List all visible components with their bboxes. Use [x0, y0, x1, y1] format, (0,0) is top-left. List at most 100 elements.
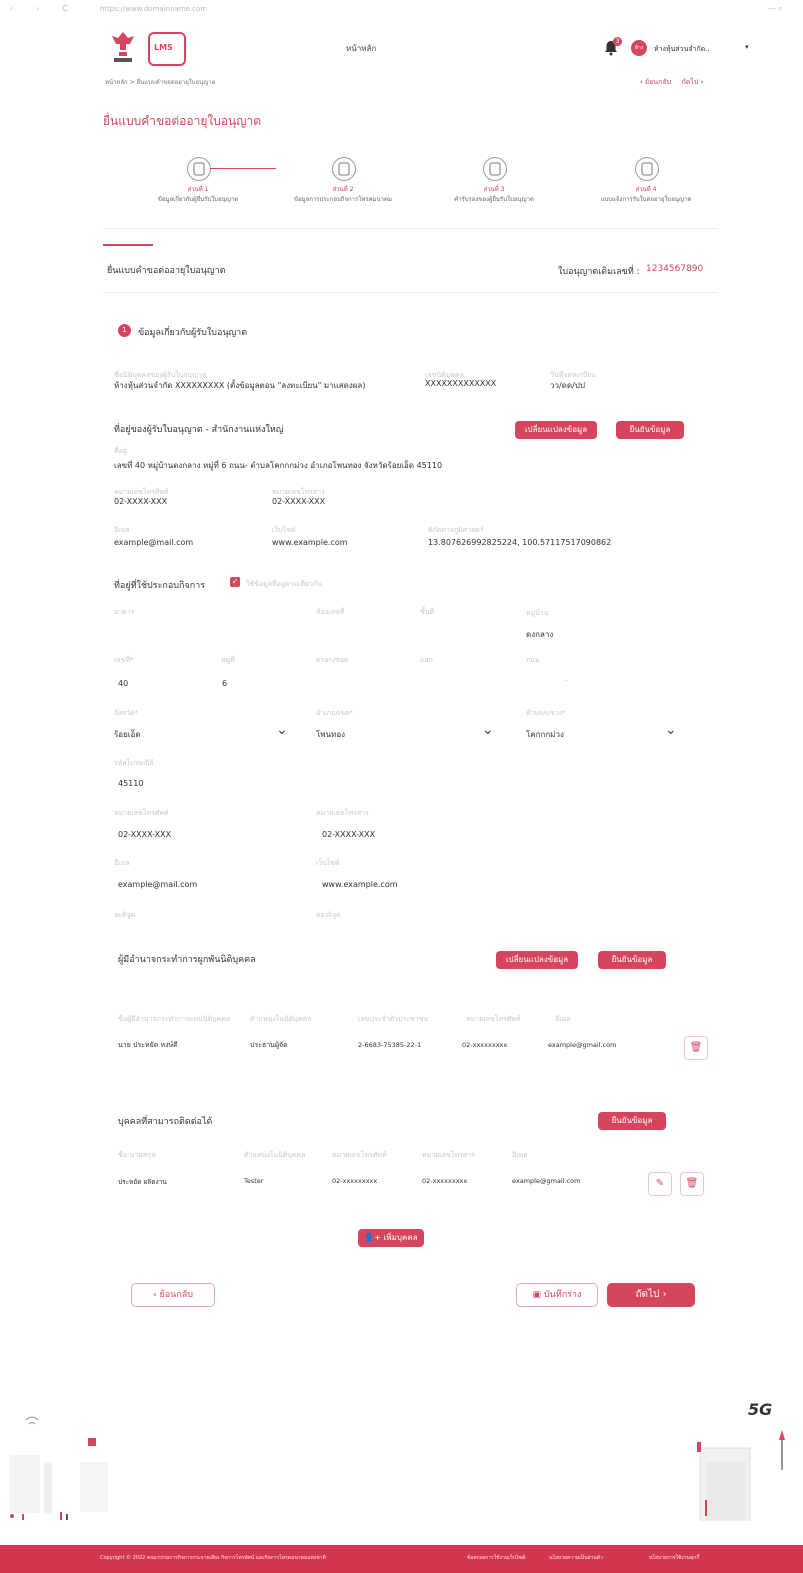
divider [103, 292, 718, 293]
hq-confirm-button[interactable]: ยืนยันข้อมูล [616, 421, 684, 439]
signers-confirm-button[interactable]: ยืนยันข้อมูล [598, 951, 666, 969]
add-person-label: เพิ่มบุคคล [383, 1233, 418, 1242]
step-1-label: ส่วนที่ 1 ข้อมูลเกี่ยวกับผู้ยื่นรับใบอนุญ… [157, 186, 239, 203]
license-label: ใบอนุญาตเดิมเลขที่ : [558, 267, 640, 277]
reg-date-value: วว/ดด/ปป [550, 381, 585, 390]
signers-change-button[interactable]: เปลี่ยนแปลงข้อมูล [496, 951, 578, 969]
op-fax-input[interactable]: 02-XXXX-XXX [322, 830, 375, 839]
edit-icon[interactable]: ✎ [648, 1172, 672, 1196]
chevron-left-icon[interactable]: ‹ [640, 78, 643, 86]
save-draft-button[interactable]: ▣ บันทึกร่าง [516, 1283, 598, 1307]
step-4-label: ส่วนที่ 4 แบบแจ้งการรับใบต่ออายุใบอนุญาต [600, 186, 692, 203]
moo-input[interactable]: 6 [222, 679, 227, 688]
signer-position: ประธานผู้จัด [250, 1041, 288, 1049]
yaek-label: แยก [420, 656, 433, 664]
hq-email-value: example@mail.com [114, 538, 194, 547]
footer-link-privacy[interactable]: นโยบายความเป็นส่วนตัว [549, 1554, 603, 1562]
browser-bar: ‹ › C https://www.domainname.com — ⌕ [0, 0, 803, 20]
op-phone-input[interactable]: 02-XXXX-XXX [118, 830, 171, 839]
hq-fax-value: 02-XXXX-XXX [272, 497, 326, 506]
hq-address-value: เลขที่ 40 หมู่บ้านดงกลาง หมู่ที่ 6 ถนน- … [114, 461, 443, 470]
longitude-label: ลองจิจูด [316, 911, 341, 919]
chevron-down-icon[interactable]: ▾ [745, 43, 749, 51]
signers-col-position: ตำแหน่งในนิติบุคคล [250, 1015, 312, 1023]
header-home-link[interactable]: หน้าหลัก [346, 42, 376, 55]
chevron-right-icon[interactable]: › [701, 78, 704, 86]
contact-fax: 02-xxxxxxxxx [422, 1177, 468, 1185]
top-back-link[interactable]: ย้อนกลับ [645, 78, 671, 86]
contact-email: example@gmail.com [512, 1177, 581, 1185]
browser-back-icon[interactable]: ‹ [10, 4, 13, 13]
signer-id: 2-6683-75385-22-1 [358, 1041, 422, 1049]
op-phone-label: หมายเลขโทรศัพท์ [114, 809, 169, 817]
step-4-circle[interactable] [635, 157, 659, 181]
footer-link-terms[interactable]: ข้อตกลงการใช้งานเว็บไซต์ [467, 1554, 525, 1562]
chevron-left-icon: ‹ [153, 1290, 157, 1300]
latitude-label: ละติจูด [114, 911, 136, 919]
delete-icon[interactable]: 🗑 [684, 1036, 708, 1060]
chevron-down-icon[interactable]: ⌄ [665, 722, 677, 738]
step-progress-line [210, 168, 276, 169]
browser-forward-icon[interactable]: › [36, 4, 39, 13]
district-select[interactable]: โพนทอง [316, 728, 345, 741]
user-name[interactable]: ห้างหุ้นส่วนจำกัด.. [654, 44, 710, 55]
avatar[interactable]: ห้าง [631, 40, 647, 56]
browser-reload-icon[interactable]: C [62, 4, 68, 13]
same-address-checkbox[interactable]: ✓ [230, 577, 240, 587]
contact-phone: 02-xxxxxxxxx [332, 1177, 378, 1185]
city-illustration: 5G [0, 1400, 803, 1530]
room-label: ห้องเลขที่ [316, 608, 345, 616]
signer-name: นาย ประหยัด หงษ์ดี [118, 1041, 178, 1049]
op-email-input[interactable]: example@mail.com [118, 880, 197, 889]
footer-link-cookies[interactable]: นโยบายการใช้งานคุกกี้ [649, 1554, 699, 1562]
form-title: ยื่นแบบคำขอต่ออายุใบอนุญาต [107, 266, 226, 276]
hq-email-label: อีเมล [114, 526, 130, 534]
hq-title: ที่อยู่ของผู้รับใบอนุญาต - สำนักงานแห่งใ… [114, 425, 284, 435]
back-button-label: ย้อนกลับ [159, 1290, 193, 1300]
contacts-confirm-button[interactable]: ยืนยันข้อมูล [598, 1112, 666, 1130]
contacts-col-email: อีเมล [512, 1151, 528, 1159]
hq-change-button[interactable]: เปลี่ยนแปลงข้อมูล [515, 421, 597, 439]
step-2-label: ส่วนที่ 2 ข้อมูลการประกอบกิจการโทรคมนาคม [293, 186, 393, 203]
top-next-link[interactable]: ถัดไป [682, 78, 699, 86]
op-email-label: อีเมล [114, 859, 130, 867]
breadcrumb-home[interactable]: หน้าหลัก [105, 79, 128, 86]
floor-label: ชั้นที่ [420, 608, 435, 616]
district-label: อำเภอ/เขต* [316, 709, 353, 717]
notification-bell-icon[interactable]: 3 [603, 37, 622, 59]
step-2-circle[interactable] [332, 157, 356, 181]
step-1-circle[interactable] [187, 157, 211, 181]
subdistrict-select[interactable]: โคกกกม่วง [526, 728, 564, 741]
postal-input[interactable]: 45110 [118, 779, 143, 788]
garuda-logo [110, 30, 136, 64]
breadcrumb-current: ยื่นแบบคำขอต่ออายุใบอนุญาต [136, 79, 216, 86]
contact-position: Tester [244, 1177, 264, 1185]
chevron-down-icon[interactable]: ⌄ [482, 722, 494, 738]
license-number: 1234567890 [646, 264, 704, 274]
fiveg-label: 5G [748, 1400, 773, 1419]
contacts-col-position: ตำแหน่งในนิติบุคคล [244, 1151, 306, 1159]
browser-url[interactable]: https://www.domainname.com [100, 5, 207, 13]
road-input[interactable]: - [565, 676, 568, 685]
browser-window-controls[interactable]: — ⌕ [768, 4, 783, 14]
step-3-circle[interactable] [483, 157, 507, 181]
village-input[interactable]: ดงกลาง [526, 628, 553, 641]
op-website-input[interactable]: www.example.com [322, 880, 398, 889]
house-no-input[interactable]: 40 [118, 679, 128, 688]
postal-label: รหัสไปรษณีย์ [114, 759, 154, 767]
add-person-button[interactable]: 👤+ เพิ่มบุคคล [358, 1229, 424, 1247]
breadcrumb: หน้าหลัก > ยื่นแบบคำขอต่ออายุใบอนุญาต [105, 77, 216, 87]
op-website-label: เว็บไซต์ [316, 859, 340, 867]
back-button[interactable]: ‹ ย้อนกลับ [131, 1283, 215, 1307]
contact-name: ประหยัด ผลิตงาน [118, 1178, 167, 1186]
soi-label: ตรอก/ซอย [316, 656, 349, 664]
page-title: ยื่นแบบคำขอต่ออายุใบอนุญาต [103, 114, 261, 128]
next-button[interactable]: ถัดไป › [607, 1283, 695, 1307]
hq-website-value: www.example.com [272, 538, 348, 547]
province-select[interactable]: ร้อยเอ็ด [114, 728, 141, 741]
chevron-down-icon[interactable]: ⌄ [276, 722, 288, 738]
op-title: ที่อยู่ที่ใช้ประกอบกิจการ [114, 581, 206, 591]
delete-icon[interactable]: 🗑 [680, 1172, 704, 1196]
signers-col-id: เลขประจำตัวประชาชน [358, 1015, 429, 1023]
signers-col-phone: หมายเลขโทรศัพท์ [466, 1015, 521, 1023]
